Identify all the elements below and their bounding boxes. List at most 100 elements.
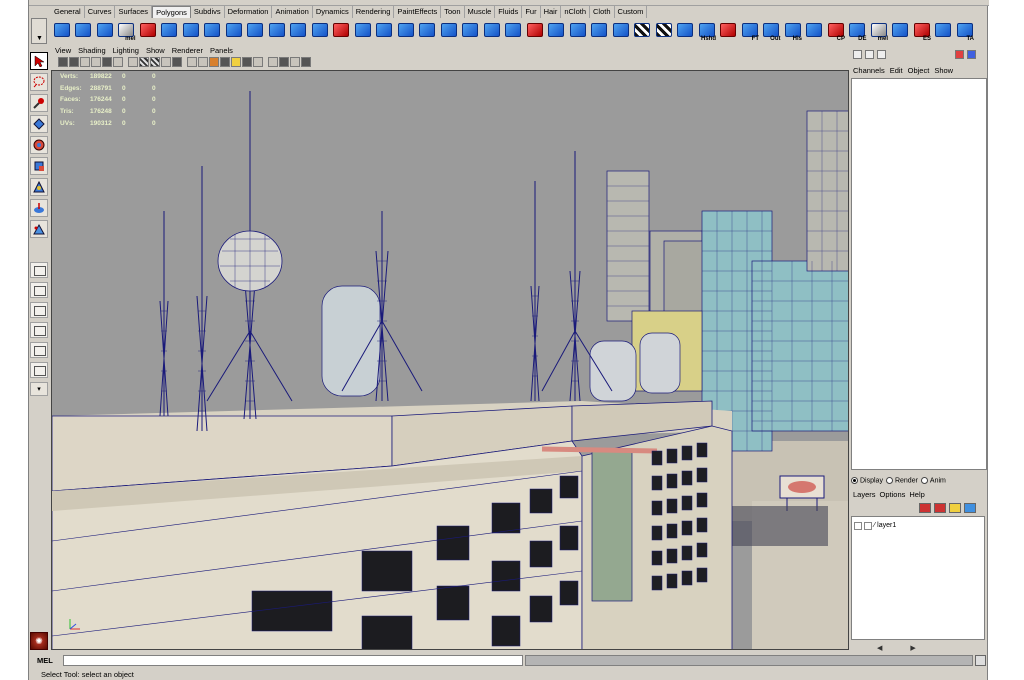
triangulate-icon[interactable] <box>933 18 954 42</box>
persp-outliner-layout-icon[interactable] <box>30 302 48 318</box>
delete-edge-icon[interactable] <box>567 18 588 42</box>
move-down-icon[interactable] <box>964 503 976 513</box>
layer-menu-layers[interactable]: Layers <box>853 490 876 499</box>
gate-mask-icon[interactable] <box>161 57 171 67</box>
insert-edge-loop-icon[interactable] <box>481 18 502 42</box>
show-manipulator-icon[interactable] <box>30 220 48 238</box>
wireframe-on-shaded-icon[interactable] <box>220 57 230 67</box>
boolean-intersect-icon[interactable] <box>331 18 352 42</box>
poly-cone-icon[interactable] <box>137 18 158 42</box>
shelf-tab-deformation[interactable]: Deformation <box>225 6 273 18</box>
merge-icon[interactable] <box>524 18 545 42</box>
panel-menu-show[interactable]: Show <box>146 46 165 56</box>
xray-joints-icon[interactable] <box>290 57 300 67</box>
layout-menu-icon[interactable]: ▾ <box>30 382 48 396</box>
poly-torus-icon[interactable] <box>180 18 201 42</box>
shelf-tab-toon[interactable]: Toon <box>441 6 465 18</box>
soft-modification-icon[interactable] <box>30 199 48 217</box>
script-editor-icon[interactable] <box>975 655 986 666</box>
boolean-union-icon[interactable] <box>288 18 309 42</box>
persp-hypergraph-layout-icon[interactable] <box>30 342 48 358</box>
panel-menu-shading[interactable]: Shading <box>78 46 106 56</box>
persp-graph-layout-icon[interactable] <box>30 322 48 338</box>
extrude-icon[interactable] <box>395 18 416 42</box>
use-all-lights-icon[interactable] <box>242 57 252 67</box>
wireframe-icon[interactable] <box>198 57 208 67</box>
persp-hypershade-layout-icon[interactable] <box>30 362 48 378</box>
shelf-tab-rendering[interactable]: Rendering <box>353 6 395 18</box>
texture-assign-icon[interactable]: TA <box>954 18 975 42</box>
shelf-tab-muscle[interactable]: Muscle <box>465 6 496 18</box>
select-camera-icon[interactable] <box>58 57 68 67</box>
automatic-mapping-icon[interactable] <box>653 18 674 42</box>
shadows-icon[interactable] <box>253 57 263 67</box>
hypergraph-icon[interactable]: His <box>782 18 803 42</box>
channel-box-menu-object[interactable]: Object <box>908 66 930 75</box>
maya-help-icon[interactable] <box>955 50 964 59</box>
mirror-icon[interactable] <box>352 18 373 42</box>
center-pivot-icon[interactable]: CP <box>825 18 846 42</box>
channel-box-toggle-icon[interactable] <box>877 50 886 59</box>
shelf-tab-animation[interactable]: Animation <box>272 6 313 18</box>
layer-mode-render[interactable]: Render <box>885 477 918 485</box>
layer-color-icon[interactable]: ⁄ <box>874 522 875 529</box>
panel-menu-view[interactable]: View <box>55 46 71 56</box>
shelf-tab-fluids[interactable]: Fluids <box>495 6 523 18</box>
bookmarks-icon[interactable] <box>80 57 90 67</box>
fill-triangle-icon[interactable]: FT <box>739 18 760 42</box>
poly-cylinder-icon[interactable] <box>94 18 115 42</box>
shelf-tab-painteffects[interactable]: PaintEffects <box>394 6 442 18</box>
snap-icon[interactable] <box>890 18 911 42</box>
shelf-tab-surfaces[interactable]: Surfaces <box>115 6 153 18</box>
layer-menu-help[interactable]: Help <box>909 490 924 499</box>
channel-box-menu-edit[interactable]: Edit <box>890 66 903 75</box>
shelf-tab-custom[interactable]: Custom <box>615 6 648 18</box>
poly-sphere-icon[interactable] <box>51 18 72 42</box>
shelf-tab-curves[interactable]: Curves <box>85 6 116 18</box>
layer-menu-options[interactable]: Options <box>880 490 906 499</box>
new-layer-icon[interactable] <box>934 503 946 513</box>
camera-attributes-icon[interactable] <box>69 57 79 67</box>
outliner-icon[interactable]: Out <box>761 18 782 42</box>
xray-icon[interactable] <box>279 57 289 67</box>
uv-texture-editor-icon[interactable] <box>675 18 696 42</box>
layer-mode-anim[interactable]: Anim <box>920 477 946 485</box>
move-up-icon[interactable] <box>949 503 961 513</box>
poly-plane-icon[interactable] <box>159 18 180 42</box>
planar-mapping-icon[interactable] <box>589 18 610 42</box>
append-icon[interactable] <box>438 18 459 42</box>
channel-box-menu-channels[interactable]: Channels <box>853 66 885 75</box>
layer-row[interactable]: ⁄ layer1 <box>854 520 896 531</box>
smooth-icon[interactable] <box>266 18 287 42</box>
mel-icon-2[interactable]: mel <box>868 18 889 42</box>
scroll-left-icon[interactable]: ◀ <box>877 644 882 652</box>
image-plane-icon[interactable] <box>91 57 101 67</box>
scroll-right-icon[interactable]: ▶ <box>910 644 915 652</box>
film-gate-icon[interactable] <box>139 57 149 67</box>
layer-mode-display[interactable]: Display <box>851 477 883 485</box>
lasso-tool-icon[interactable] <box>30 73 48 91</box>
command-language-label[interactable]: MEL <box>37 656 53 665</box>
collapse-icon[interactable] <box>546 18 567 42</box>
select-tool-icon[interactable] <box>30 52 48 70</box>
textured-icon[interactable] <box>231 57 241 67</box>
perspective-viewport[interactable]: Verts: 189822 0 0 Edges: 288791 0 0 Faces: 176244… <box>51 70 849 650</box>
four-view-layout-icon[interactable] <box>30 282 48 298</box>
light-icon[interactable] <box>718 18 739 42</box>
move-tool-icon[interactable] <box>30 115 48 133</box>
combine-icon[interactable] <box>202 18 223 42</box>
field-chart-icon[interactable] <box>172 57 182 67</box>
mel-script-icon[interactable]: mel <box>116 18 137 42</box>
visibility-toggle[interactable] <box>854 521 862 530</box>
attribute-editor-toggle-icon[interactable] <box>853 50 862 59</box>
bridge-icon[interactable] <box>374 18 395 42</box>
layout-toggle-icon[interactable] <box>967 50 976 59</box>
tool-settings-toggle-icon[interactable] <box>865 50 874 59</box>
shelf-tab-fur[interactable]: Fur <box>522 6 541 18</box>
single-perspective-layout-icon[interactable] <box>30 262 48 278</box>
safe-action-icon[interactable] <box>187 57 197 67</box>
rotate-tool-icon[interactable] <box>30 136 48 154</box>
shelf-tab-hair[interactable]: Hair <box>541 6 562 18</box>
extract-icon[interactable] <box>245 18 266 42</box>
scale-tool-icon[interactable] <box>30 157 48 175</box>
